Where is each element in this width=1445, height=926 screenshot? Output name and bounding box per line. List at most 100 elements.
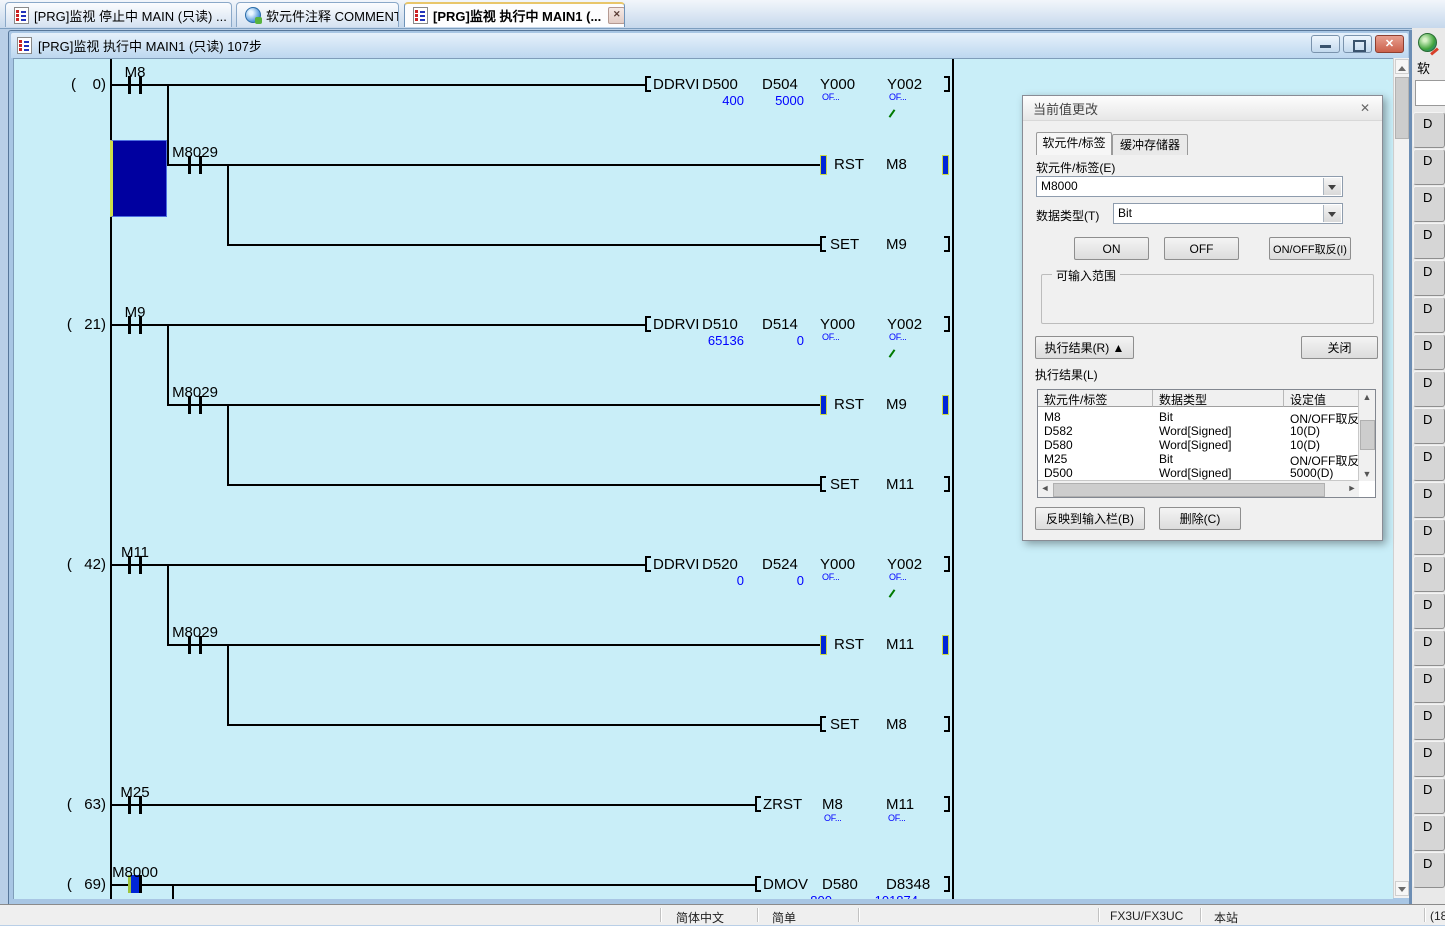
table-cell[interactable]: Word[Signed] (1153, 438, 1284, 452)
table-cell[interactable]: Bit (1153, 410, 1284, 424)
device-cell[interactable]: D (1413, 186, 1445, 222)
table-cell[interactable]: ON/OFF取反 (1284, 452, 1360, 466)
tab-main1-monitor-running[interactable]: [PRG]监视 执行中 MAIN1 (... ✕ (404, 2, 625, 27)
instruction-operand[interactable]: D524 (762, 556, 798, 574)
device-cell[interactable]: D (1413, 371, 1445, 407)
instruction-operand[interactable]: D510 (702, 316, 738, 334)
instruction-operand[interactable]: M8 (886, 716, 907, 734)
execution-result-toggle-button[interactable]: 执行结果(R) ▲ (1035, 336, 1134, 359)
scroll-down-icon[interactable] (1395, 881, 1409, 896)
tab-device-label[interactable]: 软元件/标签 (1036, 132, 1112, 155)
scrollbar-thumb[interactable] (1360, 420, 1375, 450)
scroll-up-icon[interactable]: ▲ (1359, 390, 1375, 404)
table-cell[interactable]: D500 (1038, 466, 1153, 480)
device-cell[interactable]: D (1413, 667, 1445, 703)
device-cell[interactable]: D (1413, 445, 1445, 481)
tab-close-icon[interactable]: ✕ (608, 7, 625, 24)
table-cell[interactable]: 5000(D) (1284, 466, 1360, 480)
device-cell[interactable]: D (1413, 260, 1445, 296)
device-cell[interactable]: D (1413, 482, 1445, 518)
instruction-operand[interactable]: D500 (702, 76, 738, 94)
scroll-up-icon[interactable] (1395, 59, 1409, 74)
device-cell[interactable]: D (1413, 630, 1445, 666)
device-cell[interactable]: D (1413, 408, 1445, 444)
chevron-down-icon[interactable] (1323, 178, 1341, 195)
table-cell[interactable]: 10(D) (1284, 424, 1360, 438)
minimize-button[interactable] (1311, 35, 1340, 53)
instruction-op[interactable]: SET (830, 716, 859, 734)
on-off-toggle-button[interactable]: ON/OFF取反(I) (1269, 237, 1351, 260)
scrollbar-thumb[interactable] (1395, 77, 1409, 139)
scroll-down-icon[interactable]: ▼ (1359, 467, 1375, 481)
close-button[interactable]: ✕ (1375, 35, 1404, 53)
instruction-op[interactable]: RST (834, 396, 864, 414)
instruction-op[interactable]: RST (834, 636, 864, 654)
device-cell[interactable]: D (1413, 112, 1445, 148)
instruction-operand[interactable]: D514 (762, 316, 798, 334)
tab-main-monitor-stopped[interactable]: [PRG]监视 停止中 MAIN (只读) ... (5, 2, 232, 27)
device-cell[interactable]: D (1413, 741, 1445, 777)
device-cell[interactable]: D (1413, 704, 1445, 740)
instruction-operand[interactable]: M11 (886, 476, 914, 494)
table-cell[interactable]: 10(D) (1284, 438, 1360, 452)
tab-buffer-memory[interactable]: 缓冲存储器 (1112, 134, 1188, 155)
scroll-left-icon[interactable]: ◄ (1038, 481, 1052, 495)
device-cell[interactable]: D (1413, 852, 1445, 888)
column-header[interactable]: 数据类型 (1153, 390, 1284, 407)
table-cell[interactable]: D582 (1038, 424, 1153, 438)
reflect-to-input-button[interactable]: 反映到输入栏(B) (1035, 507, 1145, 530)
device-cell[interactable]: D (1413, 556, 1445, 592)
tab-device-comment[interactable]: 软元件注释 COMMENT (236, 2, 399, 27)
data-type-combobox[interactable]: Bit (1113, 203, 1343, 224)
table-cell[interactable]: Word[Signed] (1153, 424, 1284, 438)
table-vertical-scrollbar[interactable]: ▲ ▼ (1358, 390, 1375, 481)
table-cell[interactable]: M8 (1038, 410, 1153, 424)
instruction-op[interactable]: DDRVI (653, 76, 699, 94)
column-header[interactable]: 设定值 (1284, 390, 1360, 407)
instruction-op[interactable]: DDRVI (653, 316, 699, 334)
on-button[interactable]: ON (1074, 237, 1149, 260)
instruction-operand[interactable]: D504 (762, 76, 798, 94)
device-cell[interactable]: D (1413, 778, 1445, 814)
scrollbar-thumb[interactable] (1053, 483, 1325, 497)
restore-button[interactable] (1343, 35, 1372, 53)
instruction-op[interactable]: ZRST (763, 796, 802, 814)
instruction-operand[interactable]: M8 (886, 156, 907, 174)
instruction-operand[interactable]: M9 (886, 396, 907, 414)
instruction-operand[interactable]: M9 (886, 236, 907, 254)
column-header[interactable]: 软元件/标签 (1038, 390, 1153, 407)
table-cell[interactable]: ON/OFF取反 (1284, 410, 1360, 424)
instruction-op[interactable]: SET (830, 476, 859, 494)
table-cell[interactable]: M25 (1038, 452, 1153, 466)
right-panel-input[interactable] (1415, 80, 1445, 106)
device-cell[interactable]: D (1413, 815, 1445, 851)
close-dialog-button[interactable]: 关闭 (1301, 336, 1378, 359)
instruction-op[interactable]: DDRVI (653, 556, 699, 574)
chevron-down-icon[interactable] (1323, 205, 1341, 222)
instruction-op[interactable]: DMOV (763, 876, 808, 894)
device-cell[interactable]: D (1413, 149, 1445, 185)
instruction-op[interactable]: SET (830, 236, 859, 254)
dialog-title-bar[interactable]: 当前值更改 (1023, 96, 1382, 121)
off-button[interactable]: OFF (1164, 237, 1239, 260)
device-cell[interactable]: D (1413, 334, 1445, 370)
dialog-close-icon[interactable]: ✕ (1356, 99, 1374, 117)
window-title-bar[interactable]: [PRG]监视 执行中 MAIN1 (只读) 107步 (11, 33, 1408, 58)
instruction-operand[interactable]: D8348 (886, 876, 930, 894)
ladder-vertical-scrollbar[interactable] (1393, 58, 1410, 898)
device-cell[interactable]: D (1413, 297, 1445, 333)
instruction-operand[interactable]: M11 (886, 796, 914, 814)
device-cell[interactable]: D (1413, 593, 1445, 629)
device-cell[interactable]: D (1413, 519, 1445, 555)
device-cell[interactable]: D (1413, 223, 1445, 259)
ladder-cursor-cell[interactable] (110, 140, 167, 217)
table-horizontal-scrollbar[interactable]: ◄ ► (1038, 480, 1359, 497)
instruction-op[interactable]: RST (834, 156, 864, 174)
device-combobox[interactable]: M8000 (1036, 176, 1343, 197)
table-cell[interactable]: Word[Signed] (1153, 466, 1284, 480)
scroll-right-icon[interactable]: ► (1345, 481, 1359, 495)
instruction-operand[interactable]: M11 (886, 636, 914, 654)
instruction-operand[interactable]: M8 (822, 796, 843, 814)
table-cell[interactable]: D580 (1038, 438, 1153, 452)
table-cell[interactable]: Bit (1153, 452, 1284, 466)
